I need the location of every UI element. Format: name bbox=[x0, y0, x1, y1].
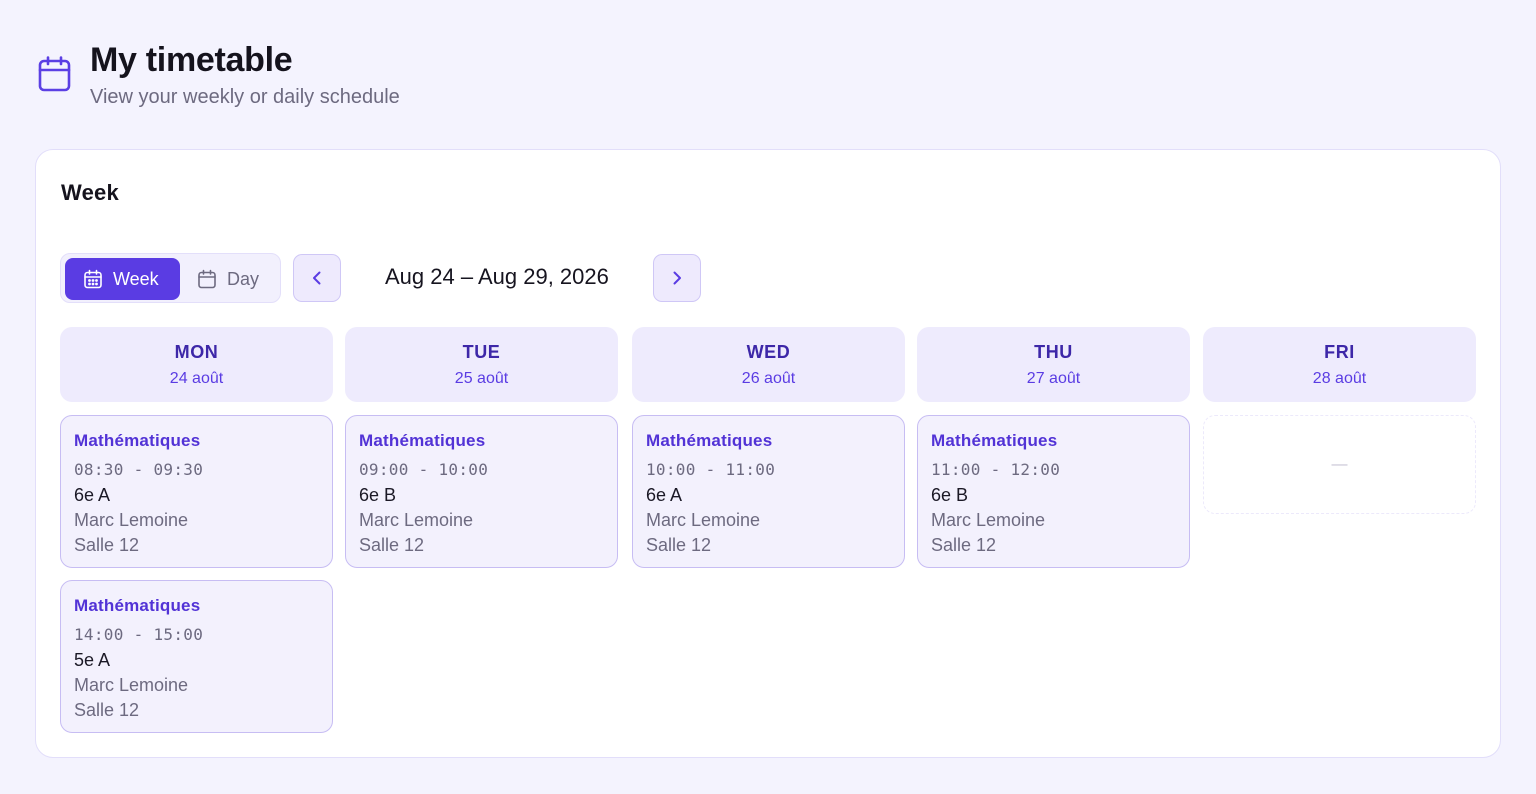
event-time: 11:00 - 12:00 bbox=[931, 460, 1061, 479]
day-date: 26 août bbox=[741, 370, 796, 387]
day-header: TUE 25 août bbox=[345, 327, 618, 402]
previous-week-button[interactable] bbox=[293, 254, 341, 302]
event-card[interactable]: Mathématiques 14:00 - 15:00 5e A Marc Le… bbox=[60, 580, 333, 733]
event-teacher: Marc Lemoine bbox=[931, 510, 1046, 530]
day-column-mon: MON 24 août Mathématiques 08:30 - 09:30 … bbox=[60, 327, 333, 733]
event-room: Salle 12 bbox=[931, 535, 997, 555]
timetable-card: Week Week Day Aug 24 – Aug 29, 2026 MON … bbox=[35, 149, 1501, 758]
day-column-tue: TUE 25 août Mathématiques 09:00 - 10:00 … bbox=[345, 327, 618, 568]
day-header: THU 27 août bbox=[917, 327, 1190, 402]
day-date: 24 août bbox=[169, 370, 224, 387]
page-title: My timetable bbox=[90, 41, 293, 79]
week-view-button[interactable]: Week bbox=[65, 258, 180, 300]
day-column-wed: WED 26 août Mathématiques 10:00 - 11:00 … bbox=[632, 327, 905, 568]
event-room: Salle 12 bbox=[74, 700, 140, 720]
day-view-label: Day bbox=[227, 268, 260, 289]
event-card[interactable]: Mathématiques 09:00 - 10:00 6e B Marc Le… bbox=[345, 415, 618, 568]
empty-slot: — bbox=[1203, 415, 1476, 514]
event-class: 6e B bbox=[359, 485, 397, 505]
view-toggle: Week Day bbox=[60, 253, 281, 303]
calendar-icon bbox=[198, 269, 216, 289]
event-teacher: Marc Lemoine bbox=[646, 510, 761, 530]
day-header: MON 24 août bbox=[60, 327, 333, 402]
event-subject: Mathématiques bbox=[359, 431, 486, 450]
event-subject: Mathématiques bbox=[74, 596, 201, 615]
event-subject: Mathématiques bbox=[646, 431, 773, 450]
header-text: My timetable View your weekly or daily s… bbox=[90, 40, 400, 109]
calendar-icon bbox=[38, 56, 71, 92]
event-teacher: Marc Lemoine bbox=[74, 675, 189, 695]
card-title: Week bbox=[61, 180, 119, 205]
chevron-right-icon bbox=[673, 271, 681, 285]
event-class: 6e A bbox=[646, 485, 683, 505]
event-class: 6e B bbox=[931, 485, 969, 505]
week-view-label: Week bbox=[113, 268, 159, 289]
day-header: FRI 28 août bbox=[1203, 327, 1476, 402]
day-date: 25 août bbox=[454, 370, 509, 387]
event-teacher: Marc Lemoine bbox=[74, 510, 189, 530]
day-column-thu: THU 27 août Mathématiques 11:00 - 12:00 … bbox=[917, 327, 1190, 568]
day-date: 27 août bbox=[1026, 370, 1081, 387]
chevron-left-icon bbox=[313, 271, 321, 285]
day-header: WED 26 août bbox=[632, 327, 905, 402]
calendar-grid-icon bbox=[84, 269, 102, 289]
day-name: WED bbox=[746, 342, 791, 362]
event-room: Salle 12 bbox=[646, 535, 712, 555]
event-class: 6e A bbox=[74, 485, 111, 505]
event-card[interactable]: Mathématiques 11:00 - 12:00 6e B Marc Le… bbox=[917, 415, 1190, 568]
event-room: Salle 12 bbox=[359, 535, 425, 555]
day-view-button[interactable]: Day bbox=[193, 258, 273, 300]
day-name: MON bbox=[174, 342, 219, 362]
date-range: Aug 24 – Aug 29, 2026 bbox=[385, 264, 609, 289]
event-class: 5e A bbox=[74, 650, 111, 670]
event-room: Salle 12 bbox=[74, 535, 140, 555]
event-time: 14:00 - 15:00 bbox=[74, 625, 204, 644]
event-card[interactable]: Mathématiques 08:30 - 09:30 6e A Marc Le… bbox=[60, 415, 333, 568]
event-subject: Mathématiques bbox=[931, 431, 1058, 450]
event-time: 09:00 - 10:00 bbox=[359, 460, 489, 479]
event-teacher: Marc Lemoine bbox=[359, 510, 474, 530]
day-name: TUE bbox=[462, 342, 501, 362]
day-name: FRI bbox=[1324, 342, 1355, 362]
day-date: 28 août bbox=[1312, 370, 1367, 387]
page-header: My timetable View your weekly or daily s… bbox=[38, 40, 400, 109]
event-time: 08:30 - 09:30 bbox=[74, 460, 204, 479]
next-week-button[interactable] bbox=[653, 254, 701, 302]
page-subtitle: View your weekly or daily schedule bbox=[90, 86, 400, 108]
event-card[interactable]: Mathématiques 10:00 - 11:00 6e A Marc Le… bbox=[632, 415, 905, 568]
day-column-fri: FRI 28 août — bbox=[1203, 327, 1476, 514]
event-time: 10:00 - 11:00 bbox=[646, 460, 776, 479]
day-name: THU bbox=[1034, 342, 1073, 362]
event-subject: Mathématiques bbox=[74, 431, 201, 450]
